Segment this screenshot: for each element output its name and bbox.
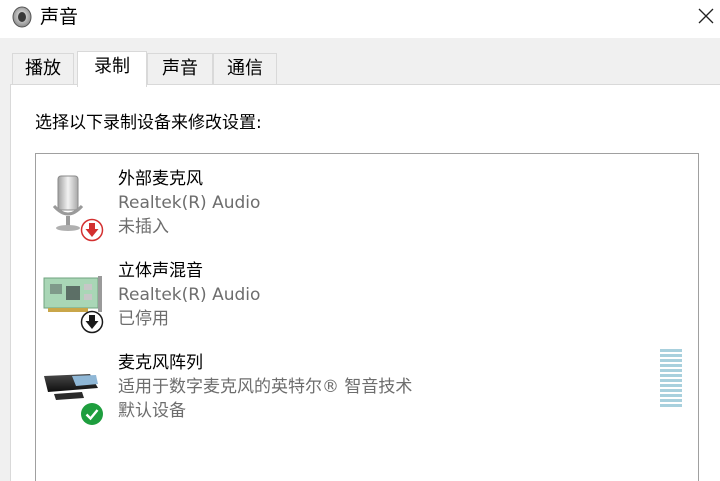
device-description: Realtek(R) Audio (118, 193, 261, 213)
level-meter-bar (660, 364, 682, 367)
tab-recording[interactable]: 录制 (77, 51, 147, 87)
device-status: 已停用 (118, 309, 169, 329)
list-item-microphone-array[interactable]: 麦克风阵列 适用于数字麦克风的英特尔® 智音技术 默认设备 (36, 348, 698, 436)
level-meter-bar (660, 394, 682, 397)
level-meter (660, 349, 682, 411)
device-status: 默认设备 (118, 401, 186, 421)
default-check-icon (80, 402, 104, 426)
device-description: Realtek(R) Audio (118, 285, 261, 305)
tab-sounds[interactable]: 声音 (147, 53, 213, 85)
device-name: 外部麦克风 (118, 169, 203, 189)
close-button[interactable] (692, 2, 720, 30)
device-list[interactable]: 外部麦克风 Realtek(R) Audio 未插入 立体声混音 Realtek… (35, 153, 699, 481)
tab-communications[interactable]: 通信 (213, 53, 277, 85)
level-meter-bar (660, 389, 682, 392)
level-meter-bar (660, 379, 682, 382)
level-meter-bar (660, 384, 682, 387)
window-title: 声音 (40, 6, 79, 28)
level-meter-bar (660, 399, 682, 402)
disabled-black-arrow-icon (80, 310, 104, 334)
unplugged-red-arrow-icon (80, 218, 104, 242)
device-name: 麦克风阵列 (118, 353, 203, 373)
device-description: 适用于数字麦克风的英特尔® 智音技术 (118, 377, 413, 397)
level-meter-bar (660, 349, 682, 352)
device-name: 立体声混音 (118, 261, 203, 281)
tab-playback[interactable]: 播放 (12, 53, 74, 85)
level-meter-bar (660, 374, 682, 377)
speaker-icon (10, 5, 34, 29)
instruction-text: 选择以下录制设备来修改设置: (35, 113, 262, 133)
level-meter-bar (660, 369, 682, 372)
level-meter-bar (660, 354, 682, 357)
close-icon (698, 8, 714, 24)
level-meter-bar (660, 404, 682, 407)
device-status: 未插入 (118, 217, 169, 237)
level-meter-bar (660, 359, 682, 362)
title-bar: 声音 (0, 0, 720, 38)
list-item-stereo-mix[interactable]: 立体声混音 Realtek(R) Audio 已停用 (36, 256, 698, 344)
list-item-external-mic[interactable]: 外部麦克风 Realtek(R) Audio 未插入 (36, 164, 698, 252)
